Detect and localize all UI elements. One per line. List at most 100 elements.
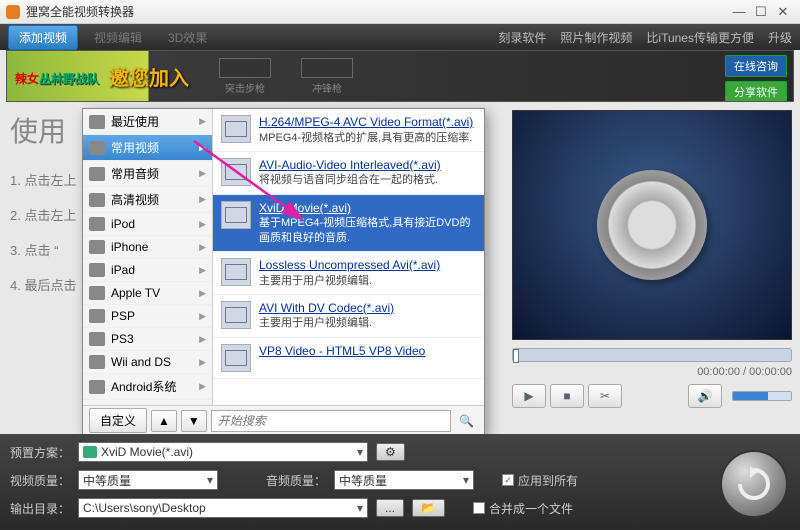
banner-prefix: 辣女 (15, 72, 39, 86)
category-icon (89, 115, 105, 129)
format-item[interactable]: Lossless Uncompressed Avi(*.avi)主要用于用户视频… (213, 252, 484, 295)
preset-settings-button[interactable]: ⚙ (376, 443, 405, 461)
banner-gun1: 突击步枪 (219, 58, 271, 95)
format-item[interactable]: XviD Movie(*.avi)基于MPEG4-视频压缩格式,具有接近DVD的… (213, 195, 484, 252)
reel-icon (597, 170, 707, 280)
usage-guide: 使用 1. 点击左上 2. 点击左上 3. 点击 “ 4. 最后点击 (10, 110, 76, 310)
preset-select[interactable]: XviD Movie(*.avi)▾ (78, 442, 368, 462)
merge-checkbox[interactable]: 合并成一个文件 (473, 500, 573, 517)
search-icon[interactable]: 🔍 (455, 414, 478, 428)
category-item[interactable]: iPad▶ (83, 259, 212, 282)
nav-down-button[interactable]: ▼ (181, 410, 207, 432)
popup-footer: 自定义 ▲ ▼ 🔍 (83, 405, 484, 435)
category-icon (89, 167, 105, 181)
category-icon (89, 141, 105, 155)
format-popup: 最近使用▶常用视频▶常用音频▶高清视频▶iPod▶iPhone▶iPad▶App… (82, 108, 485, 436)
category-item[interactable]: 最近使用▶ (83, 109, 212, 135)
video-quality-select[interactable]: 中等质量▾ (78, 470, 218, 490)
format-name: XviD Movie(*.avi) (259, 201, 476, 217)
format-icon (221, 158, 251, 186)
effect-3d-button[interactable]: 3D效果 (158, 26, 217, 49)
ad-banner[interactable]: 辣女丛林野战队 邀您加入 突击步枪 冲锋枪 在线咨询 分享软件 (6, 50, 794, 102)
category-item[interactable]: 常用视频▶ (83, 135, 212, 161)
snapshot-button[interactable]: ✂ (588, 384, 622, 408)
category-icon (89, 286, 105, 300)
category-icon (89, 355, 105, 369)
link-itunes[interactable]: 比iTunes传输更方便 (646, 29, 754, 46)
volume-slider[interactable] (732, 391, 792, 401)
category-icon (89, 380, 105, 394)
category-item[interactable]: Android系统▶ (83, 374, 212, 400)
format-desc: 主要用于用户视频编辑. (259, 274, 476, 288)
usage-step-3: 3. 点击 “ (10, 240, 76, 259)
category-label: Android系统 (111, 378, 176, 395)
category-label: iPod (111, 217, 135, 231)
format-item[interactable]: AVI With DV Codec(*.avi)主要用于用户视频编辑. (213, 295, 484, 338)
preview-screen (512, 110, 792, 340)
open-folder-button[interactable]: 📂 (412, 499, 445, 517)
app-icon (6, 5, 20, 19)
format-icon (221, 258, 251, 286)
category-item[interactable]: 常用音频▶ (83, 161, 212, 187)
category-item[interactable]: iPhone▶ (83, 236, 212, 259)
mute-button[interactable]: 🔊 (688, 384, 722, 408)
banner-consult[interactable]: 在线咨询 (725, 55, 787, 77)
audio-quality-select[interactable]: 中等质量▾ (334, 470, 474, 490)
format-item[interactable]: H.264/MPEG-4 AVC Video Format(*.avi)MPEG… (213, 109, 484, 152)
bottom-panel: 预置方案： XviD Movie(*.avi)▾ ⚙ 视频质量： 中等质量▾ 音… (0, 434, 800, 530)
category-label: 常用音频 (111, 165, 159, 182)
category-item[interactable]: iPod▶ (83, 213, 212, 236)
category-item[interactable]: Wii and DS▶ (83, 351, 212, 374)
main-toolbar: 添加视频 视频编辑 3D效果 刻录软件 照片制作视频 比iTunes传输更方便 … (0, 24, 800, 50)
play-button[interactable]: ▶ (512, 384, 546, 408)
nav-up-button[interactable]: ▲ (151, 410, 177, 432)
category-icon (89, 217, 105, 231)
format-name: VP8 Video - HTML5 VP8 Video (259, 344, 476, 360)
format-desc: 将视频与语音同步组合在一起的格式. (259, 173, 476, 187)
format-name: Lossless Uncompressed Avi(*.avi) (259, 258, 476, 274)
banner-main: 丛林野战队 (39, 72, 99, 86)
output-dir-input[interactable]: C:\Users\sony\Desktop▾ (78, 498, 368, 518)
seek-bar[interactable] (512, 348, 792, 362)
format-item[interactable]: VP8 Video - HTML5 VP8 Video (213, 338, 484, 379)
convert-button[interactable] (720, 450, 788, 518)
format-icon (221, 115, 251, 143)
category-item[interactable]: PSP▶ (83, 305, 212, 328)
format-desc: 主要用于用户视频编辑. (259, 316, 476, 330)
category-icon (89, 240, 105, 254)
add-video-button[interactable]: 添加视频 (8, 25, 78, 50)
format-item[interactable]: AVI-Audio-Video Interleaved(*.avi)将视频与语音… (213, 152, 484, 195)
usage-step-1: 1. 点击左上 (10, 170, 76, 189)
minimize-button[interactable]: — (728, 4, 750, 19)
close-button[interactable]: ✕ (772, 4, 794, 20)
browse-button[interactable]: ... (376, 499, 404, 517)
category-icon (89, 263, 105, 277)
banner-tail: 邀您加入 (109, 62, 189, 91)
category-item[interactable]: Apple TV▶ (83, 282, 212, 305)
link-photo[interactable]: 照片制作视频 (560, 29, 632, 46)
link-burn[interactable]: 刻录软件 (498, 29, 546, 46)
custom-button[interactable]: 自定义 (89, 408, 147, 433)
apply-all-checkbox[interactable]: ✓应用到所有 (502, 472, 578, 489)
format-icon (221, 301, 251, 329)
category-item[interactable]: PS3▶ (83, 328, 212, 351)
output-label: 输出目录： (10, 500, 70, 517)
aq-label: 音频质量： (266, 472, 326, 489)
stop-button[interactable]: ■ (550, 384, 584, 408)
link-upgrade[interactable]: 升级 (768, 29, 792, 46)
edit-video-button[interactable]: 视频编辑 (84, 26, 152, 49)
vq-label: 视频质量： (10, 472, 70, 489)
category-item[interactable]: 高清视频▶ (83, 187, 212, 213)
format-desc: MPEG4-视频格式的扩展,具有更高的压缩率. (259, 131, 476, 145)
maximize-button[interactable]: ☐ (750, 4, 772, 20)
category-label: PS3 (111, 332, 134, 346)
format-name: AVI With DV Codec(*.avi) (259, 301, 476, 317)
format-desc: 基于MPEG4-视频压缩格式,具有接近DVD的画质和良好的音质. (259, 216, 476, 245)
usage-step-2: 2. 点击左上 (10, 205, 76, 224)
category-icon (89, 309, 105, 323)
category-label: Wii and DS (111, 355, 171, 369)
banner-share[interactable]: 分享软件 (725, 81, 787, 102)
search-input[interactable] (211, 410, 451, 432)
category-label: iPhone (111, 240, 148, 254)
format-icon (221, 201, 251, 229)
